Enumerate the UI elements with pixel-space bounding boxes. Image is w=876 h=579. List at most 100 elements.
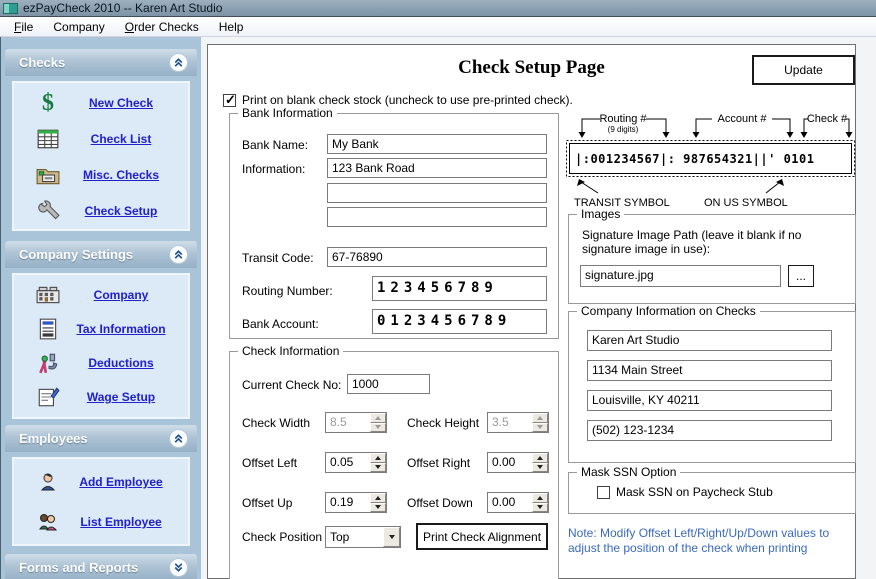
bank-information-groupbox: Bank Information Bank Name: My Bank Info… xyxy=(229,113,559,339)
company-name-field[interactable]: Karen Art Studio xyxy=(587,330,832,351)
bank-account-field[interactable]: 0123456789 xyxy=(372,309,547,334)
offset-down-stepper[interactable]: 0.00 xyxy=(487,492,549,513)
sidebar-item-check-list[interactable]: Check List xyxy=(22,124,180,154)
mask-ssn-checkbox[interactable] xyxy=(597,486,610,499)
sidebar-item-deductions[interactable]: Deductions xyxy=(22,348,180,378)
stepper-down-button[interactable] xyxy=(532,503,548,513)
offset-note: Note: Modify Offset Left/Right/Up/Down v… xyxy=(568,526,850,556)
offset-down-label: Offset Down xyxy=(407,496,473,510)
sidebar-item-check-setup[interactable]: Check Setup xyxy=(22,196,180,226)
bank-name-field[interactable]: My Bank xyxy=(327,134,547,154)
sidebar-item-misc-checks[interactable]: Misc. Checks xyxy=(22,160,180,190)
mask-ssn-groupbox: Mask SSN Option Mask SSN on Paycheck Stu… xyxy=(568,472,856,514)
bank-information-legend: Bank Information xyxy=(238,106,337,120)
stepper-up-button xyxy=(370,413,386,423)
misc-checks-icon xyxy=(34,162,62,188)
sidebar-item-wage-setup[interactable]: Wage Setup xyxy=(22,382,180,412)
current-check-no-label: Current Check No: xyxy=(242,378,341,392)
sidebar-item-label: Check Setup xyxy=(85,204,158,218)
blank-stock-checkbox[interactable] xyxy=(223,94,236,107)
check-height-label: Check Height xyxy=(407,416,479,430)
bank-information-field-3[interactable] xyxy=(327,207,547,227)
blank-stock-checkbox-row: Print on blank check stock (uncheck to u… xyxy=(223,93,573,107)
collapse-chevron-up-icon[interactable] xyxy=(169,53,188,72)
company-city-field[interactable]: Louisville, KY 40211 xyxy=(587,390,832,411)
routing-number-label: Routing Number: xyxy=(242,284,333,298)
sidebar-item-label: Misc. Checks xyxy=(83,168,159,182)
menu-file[interactable]: File xyxy=(4,18,43,36)
stepper-down-button xyxy=(370,423,386,433)
micr-line-sample: |:001234567|: 987654321||' 0101 xyxy=(575,152,814,166)
transit-code-field[interactable]: 67-76890 xyxy=(327,247,547,267)
stepper-down-button[interactable] xyxy=(370,463,386,473)
sidebar-item-label: Wage Setup xyxy=(87,390,155,404)
stepper-down-button[interactable] xyxy=(370,503,386,513)
check-position-label: Check Position xyxy=(242,530,322,544)
sidebar-item-new-check[interactable]: $ New Check xyxy=(22,88,180,118)
offset-right-stepper[interactable]: 0.00 xyxy=(487,452,549,473)
expand-chevron-down-icon[interactable] xyxy=(169,558,188,577)
bank-information-field-2[interactable] xyxy=(327,183,547,203)
collapse-chevron-up-icon[interactable] xyxy=(169,429,188,448)
app-icon xyxy=(3,3,18,14)
sidebar-item-tax-information[interactable]: Tax Information xyxy=(22,314,180,344)
sidebar: Checks $ New Check Check List Misc. Chec… xyxy=(0,37,201,579)
sidebar-item-label: Add Employee xyxy=(79,475,162,489)
sidebar-item-label: Check List xyxy=(91,132,152,146)
print-check-alignment-button[interactable]: Print Check Alignment xyxy=(416,523,548,550)
check-list-icon xyxy=(34,126,62,152)
browse-button[interactable]: ... xyxy=(788,265,814,287)
dropdown-arrow-icon[interactable] xyxy=(383,527,400,547)
menu-help[interactable]: Help xyxy=(209,18,254,36)
information-label: Information: xyxy=(242,162,305,176)
person-icon xyxy=(34,469,62,495)
section-panel-company-settings: Company Tax Information Deductions Wage … xyxy=(12,273,190,419)
check-position-dropdown[interactable]: Top xyxy=(325,526,401,548)
offset-up-label: Offset Up xyxy=(242,496,292,510)
account-number-callout: Account # xyxy=(718,113,768,125)
sidebar-item-company[interactable]: Company xyxy=(22,280,180,310)
check-information-groupbox: Check Information Current Check No: 1000… xyxy=(229,351,559,579)
offset-left-stepper[interactable]: 0.05 xyxy=(325,452,387,473)
menu-company[interactable]: Company xyxy=(43,18,114,36)
stepper-down-button[interactable] xyxy=(532,463,548,473)
check-height-stepper: 3.5 xyxy=(487,412,549,433)
window-title: ezPayCheck 2010 -- Karen Art Studio xyxy=(23,1,222,15)
menu-order-checks[interactable]: Order Checks xyxy=(115,18,209,36)
title-bar: ezPayCheck 2010 -- Karen Art Studio xyxy=(0,0,876,17)
offset-left-label: Offset Left xyxy=(242,456,297,470)
mask-ssn-checkbox-row: Mask SSN on Paycheck Stub xyxy=(597,485,773,499)
sidebar-item-label: Deductions xyxy=(88,356,153,370)
stepper-up-button[interactable] xyxy=(370,453,386,463)
section-header-forms-and-reports[interactable]: Forms and Reports xyxy=(5,554,197,579)
wrench-icon xyxy=(34,198,62,224)
company-info-legend: Company Information on Checks xyxy=(577,304,760,318)
routing-number-field[interactable]: 123456789 xyxy=(372,276,547,301)
section-panel-employees: Add Employee List Employee xyxy=(12,457,190,546)
section-header-company-settings[interactable]: Company Settings xyxy=(5,241,197,268)
stepper-up-button[interactable] xyxy=(370,493,386,503)
images-legend: Images xyxy=(577,207,624,221)
sidebar-item-list-employee[interactable]: List Employee xyxy=(22,507,180,537)
sidebar-item-add-employee[interactable]: Add Employee xyxy=(22,467,180,497)
bank-information-field-1[interactable]: 123 Bank Road xyxy=(327,158,547,178)
signature-path-label: Signature Image Path (leave it blank if … xyxy=(582,228,840,256)
check-width-label: Check Width xyxy=(242,416,310,430)
blank-stock-checkbox-label: Print on blank check stock (uncheck to u… xyxy=(242,93,573,107)
routing-digits-note: (9 digits) xyxy=(608,125,639,134)
check-width-stepper: 8.5 xyxy=(325,412,387,433)
check-number-callout: Check # xyxy=(807,113,848,125)
update-button[interactable]: Update xyxy=(752,55,855,85)
current-check-no-field[interactable]: 1000 xyxy=(347,374,430,394)
signature-path-field[interactable]: signature.jpg xyxy=(580,265,781,287)
notepad-pencil-icon xyxy=(34,384,62,410)
sidebar-item-label: List Employee xyxy=(80,515,161,529)
stepper-up-button[interactable] xyxy=(532,493,548,503)
company-street-field[interactable]: 1134 Main Street xyxy=(587,360,832,381)
collapse-chevron-up-icon[interactable] xyxy=(169,245,188,264)
offset-up-stepper[interactable]: 0.19 xyxy=(325,492,387,513)
section-header-checks[interactable]: Checks xyxy=(5,49,197,76)
company-phone-field[interactable]: (502) 123-1234 xyxy=(587,420,832,441)
stepper-up-button[interactable] xyxy=(532,453,548,463)
section-header-employees[interactable]: Employees xyxy=(5,425,197,452)
